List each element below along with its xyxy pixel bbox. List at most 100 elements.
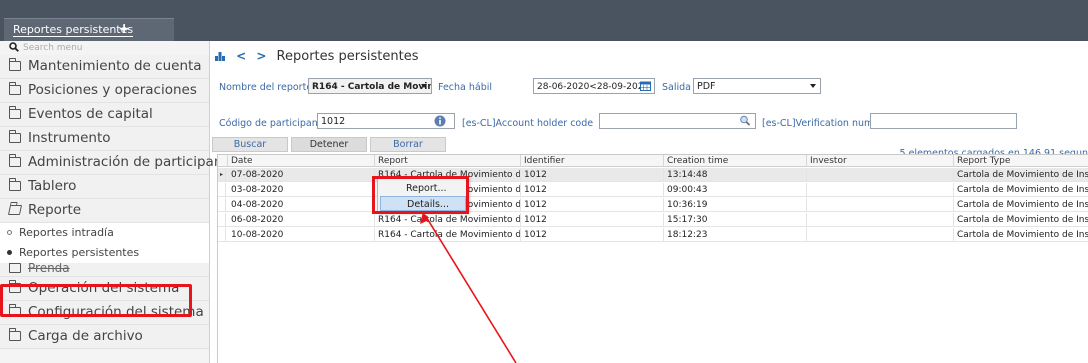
sidebar-subitem-reportes-persistentes[interactable]: Reportes persistentes bbox=[0, 243, 209, 263]
sidebar-item-reporte[interactable]: Reporte bbox=[0, 199, 209, 223]
sidebar-item-label: Tablero bbox=[28, 178, 77, 194]
account-holder-label: [es-CL]Account holder code bbox=[462, 118, 594, 129]
sidebar-item-label: Prenda bbox=[28, 263, 70, 275]
folder-icon bbox=[8, 263, 21, 273]
chevron-down-icon bbox=[421, 84, 427, 88]
cell-date: 07-08-2020 bbox=[228, 168, 375, 182]
bullet-icon bbox=[7, 250, 12, 255]
cell-creation-time: 09:00:43 bbox=[664, 183, 807, 197]
app-window: Reportes persistentes + Search menu Mant… bbox=[0, 0, 1088, 363]
cell-report-type: Cartola de Movimiento de Instrum bbox=[954, 228, 1088, 242]
cell-date: 10-08-2020 bbox=[228, 228, 375, 242]
search-input[interactable]: Search menu bbox=[23, 43, 83, 53]
output-select[interactable]: PDF bbox=[693, 78, 821, 94]
sidebar-item-tablero[interactable]: Tablero bbox=[0, 175, 209, 199]
column-header-report[interactable]: Report bbox=[375, 155, 521, 167]
sidebar-item-eventos[interactable]: Eventos de capital bbox=[0, 103, 209, 127]
table-row[interactable]: 10-08-2020 R164 - Cartola de Movimiento … bbox=[218, 228, 1088, 242]
participant-code-label: Código de participante bbox=[219, 118, 328, 129]
sidebar-item-label: Carga de archivo bbox=[28, 328, 143, 344]
cell-creation-time: 18:12:23 bbox=[664, 228, 807, 242]
account-holder-field[interactable] bbox=[599, 113, 756, 129]
row-indicator-header bbox=[218, 155, 228, 167]
output-label: Salida bbox=[662, 82, 691, 93]
column-header-identifier[interactable]: Identifier bbox=[521, 155, 664, 167]
sidebar-item-label: Mantenimiento de cuenta bbox=[28, 58, 202, 74]
menu-search[interactable]: Search menu bbox=[0, 41, 209, 55]
tab-label: Reportes persistentes bbox=[13, 23, 134, 37]
folder-open-icon bbox=[7, 205, 23, 215]
stop-button[interactable]: Detener bbox=[291, 137, 367, 152]
magnifier-icon[interactable] bbox=[739, 115, 751, 126]
cell-investor bbox=[807, 198, 954, 212]
column-header-creation-time[interactable]: Creation time bbox=[664, 155, 807, 167]
sidebar-subitem-label: Reportes persistentes bbox=[19, 246, 140, 259]
row-indicator bbox=[218, 228, 226, 242]
chevron-down-icon bbox=[810, 84, 816, 88]
row-selected-icon: ▸ bbox=[218, 168, 226, 182]
report-name-label: Nombre del reporte bbox=[219, 82, 313, 93]
tab-bar: Reportes persistentes + bbox=[0, 0, 1088, 41]
column-header-investor[interactable]: Investor bbox=[807, 155, 954, 167]
cell-report: R164 - Cartola de Movimiento de ... bbox=[375, 228, 521, 242]
folder-icon bbox=[8, 178, 21, 191]
cell-date: 03-08-2020 bbox=[228, 183, 375, 197]
sidebar-subitem-reportes-intradia[interactable]: Reportes intradía bbox=[0, 223, 209, 243]
sidebar-item-label: Posiciones y operaciones bbox=[28, 82, 197, 98]
cell-investor bbox=[807, 213, 954, 227]
table-row[interactable]: ▸ 07-08-2020 R164 - Cartola de Movimient… bbox=[218, 168, 1088, 182]
back-arrow-icon[interactable]: < bbox=[236, 49, 246, 63]
cell-report: R164 - Cartola de Movimiento de ... bbox=[375, 213, 521, 227]
search-icon bbox=[9, 42, 19, 52]
forward-arrow-icon[interactable]: > bbox=[256, 49, 266, 63]
table-row[interactable]: 03-08-2020 R164 - Cartola de Movimiento … bbox=[218, 183, 1088, 197]
page-title: Reportes persistentes bbox=[276, 49, 419, 64]
sidebar-item-carga[interactable]: Carga de archivo bbox=[0, 325, 209, 349]
cell-investor bbox=[807, 228, 954, 242]
row-indicator bbox=[218, 183, 226, 197]
sidebar-item-prenda[interactable]: Prenda bbox=[0, 263, 209, 277]
home-icon[interactable] bbox=[214, 51, 226, 61]
main-content: < > Reportes persistentes Nombre del rep… bbox=[211, 41, 1088, 363]
participant-code-value: 1012 bbox=[321, 116, 346, 127]
participant-code-field[interactable]: 1012 bbox=[317, 113, 455, 129]
sidebar-subitem-label: Reportes intradía bbox=[19, 226, 114, 239]
tab-reportes-persistentes[interactable]: Reportes persistentes + bbox=[4, 18, 174, 41]
row-indicator bbox=[218, 198, 226, 212]
table-row[interactable]: 06-08-2020 R164 - Cartola de Movimiento … bbox=[218, 213, 1088, 227]
business-date-field[interactable]: 28-06-2020<28-09-2020 bbox=[533, 78, 655, 94]
cell-investor bbox=[807, 183, 954, 197]
cell-date: 06-08-2020 bbox=[228, 213, 375, 227]
cell-investor bbox=[807, 168, 954, 182]
breadcrumb: < > Reportes persistentes bbox=[211, 49, 419, 67]
add-tab-icon[interactable]: + bbox=[118, 21, 130, 37]
table-row[interactable]: 04-08-2020 R164 - Cartola de Movimiento … bbox=[218, 198, 1088, 212]
output-value: PDF bbox=[697, 81, 716, 92]
highlight-box-operacion bbox=[0, 284, 192, 317]
folder-icon bbox=[8, 58, 21, 71]
business-date-value: 28-06-2020<28-09-2020 bbox=[537, 82, 650, 92]
column-header-date[interactable]: Date bbox=[228, 155, 375, 167]
folder-icon bbox=[8, 328, 21, 341]
business-date-label: Fecha hábil bbox=[438, 82, 493, 93]
sidebar-item-administracion[interactable]: Administración de participantes bbox=[0, 151, 243, 175]
sidebar-item-label: Reporte bbox=[28, 202, 82, 218]
cell-report-type: Cartola de Movimiento de Instrum bbox=[954, 213, 1088, 227]
column-header-report-type[interactable]: Report Type bbox=[954, 155, 1088, 167]
calendar-icon[interactable] bbox=[640, 81, 651, 91]
clear-button[interactable]: Borrar bbox=[370, 137, 446, 152]
sidebar-item-instrumento[interactable]: Instrumento bbox=[0, 127, 209, 151]
report-name-select[interactable]: R164 - Cartola de Movimiento de Ir bbox=[308, 78, 432, 94]
report-name-value: R164 - Cartola de Movimiento de Ir bbox=[312, 82, 431, 92]
row-indicator bbox=[218, 213, 226, 227]
search-button[interactable]: Buscar bbox=[212, 137, 288, 152]
cell-identifier: 1012 bbox=[521, 168, 664, 182]
verification-field[interactable] bbox=[870, 113, 1017, 129]
sidebar-item-posiciones[interactable]: Posiciones y operaciones bbox=[0, 79, 209, 103]
cell-creation-time: 10:36:19 bbox=[664, 198, 807, 212]
folder-icon bbox=[8, 130, 21, 143]
info-icon[interactable] bbox=[434, 115, 446, 127]
cell-date: 04-08-2020 bbox=[228, 198, 375, 212]
table-header: Date Report Identifier Creation time Inv… bbox=[218, 155, 1088, 167]
sidebar-item-mantenimiento[interactable]: Mantenimiento de cuenta bbox=[0, 55, 209, 79]
